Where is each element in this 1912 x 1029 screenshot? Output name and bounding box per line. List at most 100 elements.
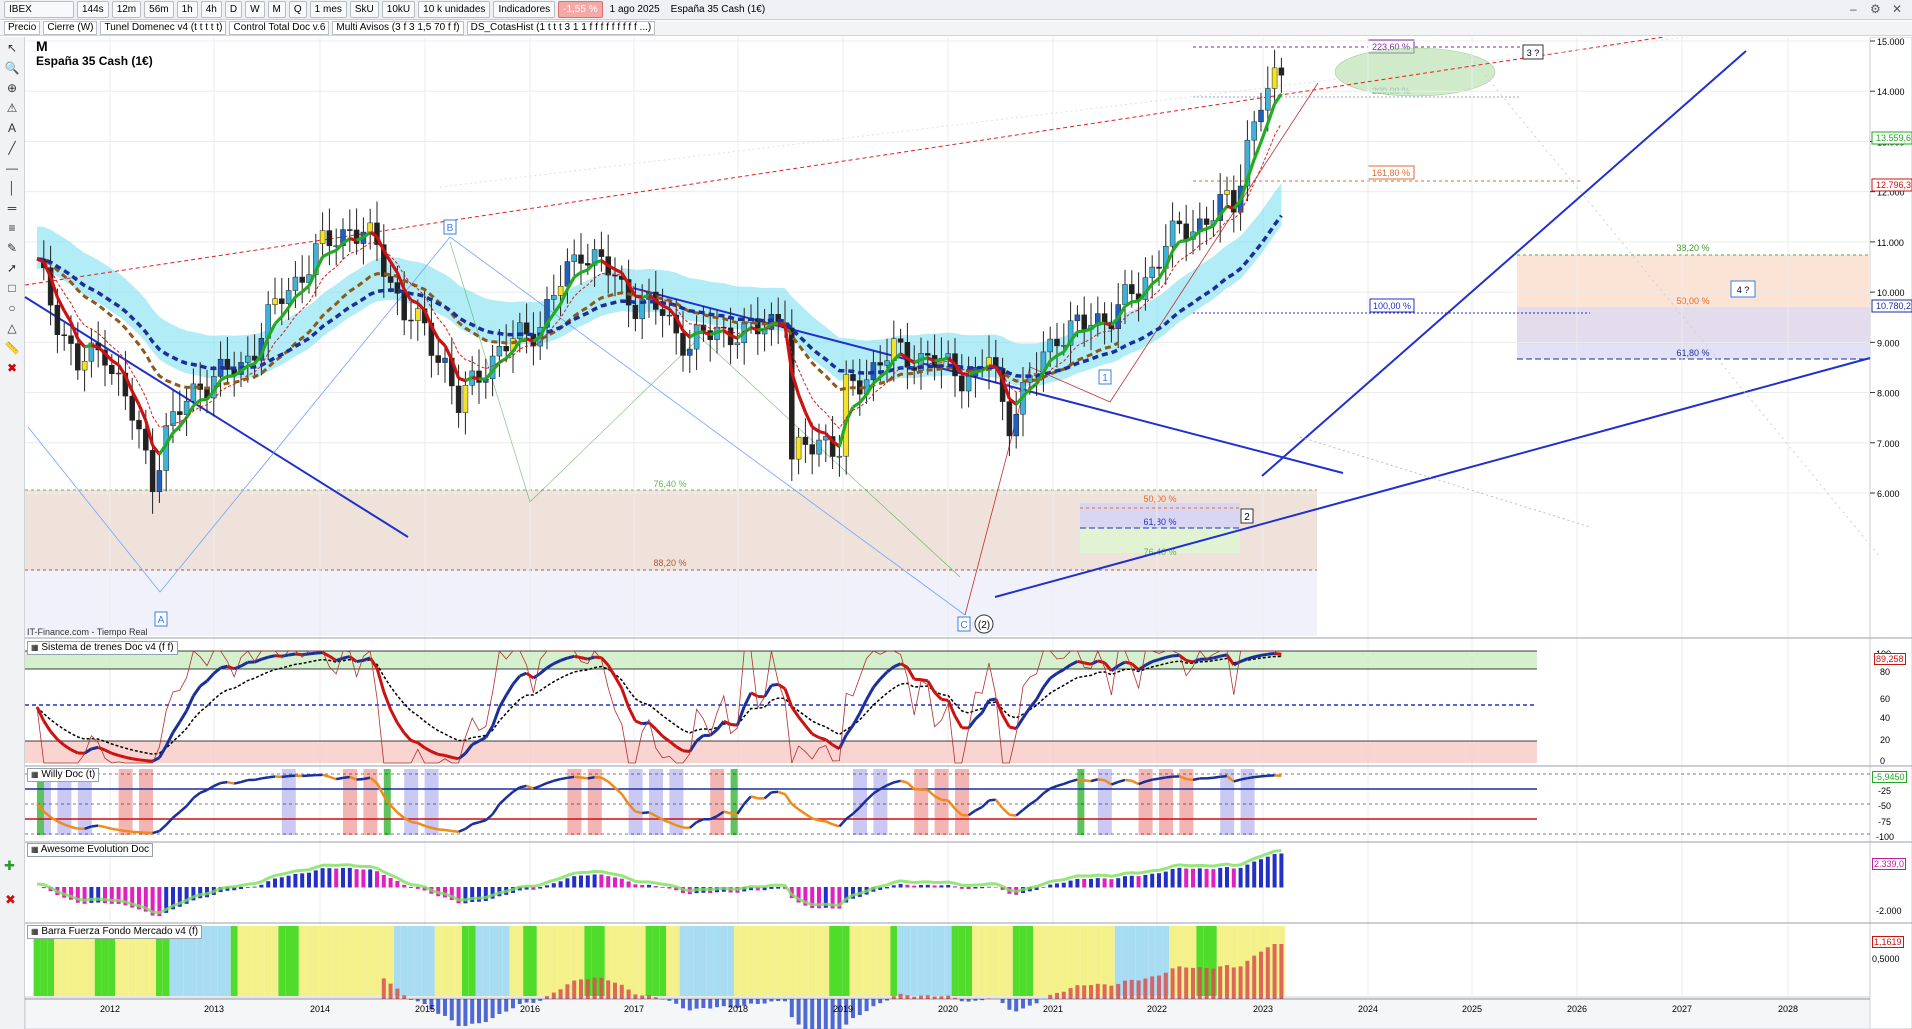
awesome-bar bbox=[1129, 875, 1134, 888]
wave-label-3[interactable]: 3 ? bbox=[1522, 44, 1544, 60]
barra-bg bbox=[958, 926, 966, 996]
price-tick: 10.000 bbox=[1877, 288, 1905, 298]
willy-segment bbox=[220, 780, 228, 785]
awesome-bar bbox=[1095, 878, 1100, 888]
indicators-button[interactable]: Indicadores bbox=[493, 1, 556, 18]
willy-segment bbox=[431, 826, 439, 831]
close-icon[interactable]: ✕ bbox=[1892, 2, 1902, 16]
trenes-segment bbox=[1185, 658, 1194, 664]
barra-bg bbox=[482, 926, 490, 996]
barra-bg bbox=[509, 926, 517, 996]
panel-willy-title[interactable]: ▦ Willy Doc (t) bbox=[27, 768, 100, 782]
wave-label-b[interactable]: B bbox=[443, 219, 457, 235]
timeframe-12m[interactable]: 12m bbox=[111, 1, 142, 18]
awesome-bar bbox=[1061, 882, 1066, 888]
trenes-segment bbox=[1042, 677, 1052, 689]
barra-bg bbox=[332, 926, 340, 996]
panel-barra-title[interactable]: ▦ Barra Fuerza Fondo Mercado v4 (f) bbox=[27, 925, 203, 939]
indicator-cierre[interactable]: Cierre (W) bbox=[43, 21, 98, 35]
barra-bar bbox=[1245, 960, 1250, 999]
timeframe-q[interactable]: Q bbox=[288, 1, 307, 18]
price-tick: 15.000 bbox=[1877, 37, 1905, 47]
candle-body bbox=[802, 436, 809, 445]
awesome-bar bbox=[1245, 864, 1250, 888]
wave-label-1[interactable]: 1 bbox=[1098, 369, 1112, 385]
wave-label-a[interactable]: A bbox=[154, 611, 168, 627]
barra-bar bbox=[592, 977, 597, 999]
wave-label-c2[interactable]: (2) bbox=[974, 614, 994, 634]
year-label: 2022 bbox=[1147, 1004, 1167, 1014]
candle-body bbox=[1183, 223, 1189, 240]
candle-body bbox=[387, 276, 394, 283]
panel-trenes-title[interactable]: ▦ Sistema de trenes Doc v4 (f f) bbox=[27, 641, 178, 655]
remove-icon[interactable]: ✖ bbox=[5, 892, 16, 908]
wave-label-4[interactable]: 4 ? bbox=[1730, 280, 1756, 298]
fib-161-label: 161,80 % bbox=[1367, 165, 1415, 180]
sku-button[interactable]: SkU bbox=[349, 1, 379, 18]
indicator-control-total[interactable]: Control Total Doc v.6 bbox=[229, 21, 330, 35]
settings-icon[interactable]: ⚙ bbox=[1870, 2, 1881, 16]
add-indicator-icon[interactable]: ✚ bbox=[4, 858, 15, 874]
price-tick: 7.000 bbox=[1877, 439, 1900, 449]
timeframe-1h[interactable]: 1h bbox=[176, 1, 198, 18]
barra-bar bbox=[1265, 947, 1270, 999]
trenes-segment bbox=[715, 720, 725, 731]
timeframe-w[interactable]: W bbox=[245, 1, 265, 18]
awesome-bar bbox=[259, 884, 264, 888]
candle-body bbox=[523, 322, 530, 335]
trenes-segment bbox=[342, 655, 351, 660]
barra-bar bbox=[395, 988, 400, 999]
willy-segment bbox=[900, 779, 908, 784]
barra-bar bbox=[511, 999, 515, 1009]
awesome-bar bbox=[912, 885, 917, 888]
awesome-bar bbox=[307, 872, 311, 888]
barra-bg bbox=[339, 926, 347, 996]
indicator-precio[interactable]: Precio bbox=[4, 21, 41, 35]
barra-bar bbox=[1089, 985, 1093, 999]
candle-body bbox=[496, 346, 503, 357]
willy-segment bbox=[662, 818, 670, 824]
willy-segment bbox=[1084, 779, 1092, 783]
ma-fast-segment bbox=[818, 429, 827, 435]
willy-shade bbox=[934, 769, 949, 835]
timeframe-144s[interactable]: 144s bbox=[77, 1, 109, 18]
trenes-segment bbox=[1083, 661, 1092, 666]
barra-bar bbox=[443, 999, 447, 1016]
candle-body bbox=[551, 295, 557, 300]
barra-bar bbox=[613, 982, 617, 999]
target-ellipse[interactable] bbox=[1334, 47, 1496, 97]
willy-tick-75: -75 bbox=[1878, 817, 1892, 827]
timeframe-4h[interactable]: 4h bbox=[200, 1, 222, 18]
timeframe-m[interactable]: M bbox=[267, 1, 286, 18]
barra-bg bbox=[550, 926, 558, 996]
awesome-bar bbox=[245, 887, 250, 888]
indicator-tunel[interactable]: Tunel Domenec v4 (t t t t t) bbox=[100, 21, 227, 35]
wave-label-c[interactable]: C bbox=[957, 616, 971, 632]
trenes-segment bbox=[1035, 686, 1045, 701]
price-tick: 11.000 bbox=[1877, 238, 1904, 248]
chart-canvas[interactable]: 223,60 % 200,00 % 161,80 % 38,20 % 100,0… bbox=[0, 37, 1912, 1029]
timeframe-d[interactable]: D bbox=[224, 1, 243, 18]
units-selector[interactable]: 10 k unidades bbox=[418, 1, 491, 18]
indicator-cotashist[interactable]: DS_CotasHist (1 t t t 3 1 1 f f f f f f … bbox=[466, 21, 656, 35]
candle-body bbox=[884, 360, 890, 366]
timeframe-56m[interactable]: 56m bbox=[144, 1, 174, 18]
minimize-icon[interactable]: – bbox=[1850, 2, 1857, 16]
willy-segment bbox=[1192, 777, 1201, 782]
awesome-bar bbox=[402, 884, 407, 888]
willy-segment bbox=[1035, 792, 1045, 801]
trenes-segment bbox=[1001, 714, 1011, 728]
svg-text:12.796,3: 12.796,3 bbox=[1876, 180, 1911, 190]
awesome-bar bbox=[354, 869, 359, 888]
trenes-tick-80: 80 bbox=[1880, 667, 1891, 677]
barra-bar bbox=[715, 999, 719, 1008]
indicator-multi-avisos[interactable]: Multi Avisos (3 f 3 1,5 70 f f) bbox=[332, 21, 464, 35]
trenes-segment bbox=[375, 667, 386, 693]
symbol-selector[interactable]: IBEX bbox=[4, 1, 74, 18]
year-label: 2013 bbox=[204, 1004, 224, 1014]
trenes-segment bbox=[267, 654, 276, 659]
panel-awesome-title[interactable]: ▦ Awesome Evolution Doc bbox=[27, 843, 153, 857]
tenku-button[interactable]: 10kU bbox=[381, 1, 416, 18]
period-selector[interactable]: 1 mes bbox=[309, 1, 347, 18]
wave-label-2[interactable]: 2 bbox=[1240, 508, 1254, 524]
